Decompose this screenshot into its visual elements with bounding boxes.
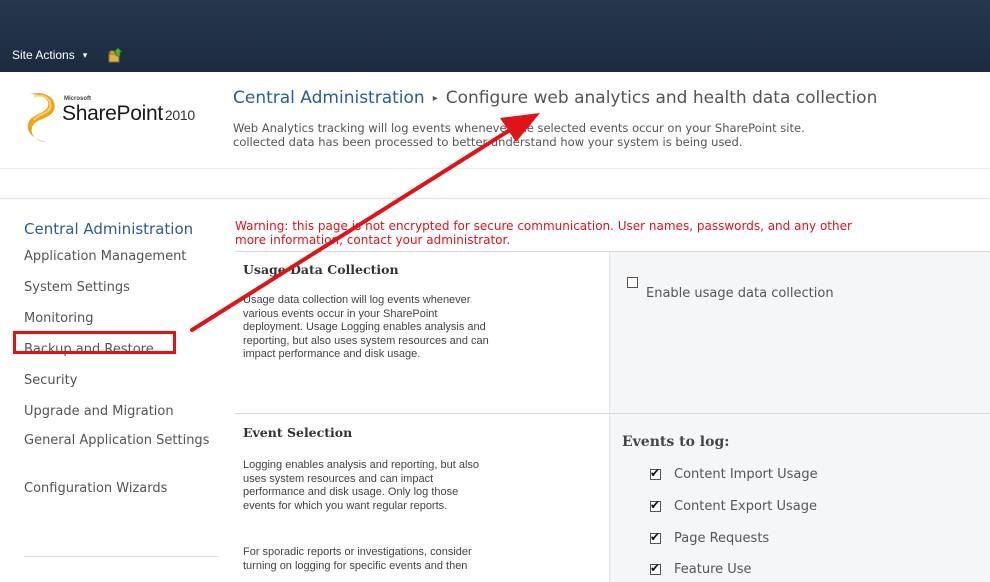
feature-use-checkbox[interactable] [650, 561, 661, 575]
quick-launch-nav: Central Administration Application Manag… [24, 219, 224, 510]
sharepoint-wordmark: SharePoint 2010 [62, 102, 195, 126]
usage-section-description: Usage data collection will log events wh… [243, 294, 568, 362]
description-line: uses system resources and can impact [243, 472, 434, 485]
divider [0, 198, 990, 199]
nav-item-upgrade-and-migration[interactable]: Upgrade and Migration [24, 402, 224, 433]
page-requests-checkbox[interactable] [650, 530, 661, 544]
event-section-description-2: For sporadic reports or investigations, … [243, 546, 568, 573]
event-section-description: Logging enables analysis and reporting, … [243, 459, 568, 513]
enable-usage-data-collection-checkbox[interactable] [627, 277, 638, 288]
event-option-feature-use[interactable]: Feature Use [650, 561, 752, 577]
warning-line: more information, contact your administr… [235, 233, 511, 247]
event-label[interactable]: Content Import Usage [674, 467, 818, 482]
page-title: Configure web analytics and health data … [445, 88, 878, 108]
breadcrumb-separator-icon: ▸ [432, 93, 438, 104]
divider [0, 168, 990, 169]
nav-item-system-settings[interactable]: System Settings [24, 278, 224, 309]
nav-item-configuration-wizards[interactable]: Configuration Wizards [24, 479, 224, 510]
warning-line: Warning: this page is not encrypted for … [235, 219, 852, 233]
description-line: impact performance and disk usage. [243, 348, 421, 360]
events-to-log-heading: Events to log: [622, 434, 730, 450]
event-label[interactable]: Page Requests [674, 531, 769, 546]
description-line: For sporadic reports or investigations, … [243, 546, 472, 558]
site-actions-menu[interactable]: Site Actions ▾ [12, 47, 123, 63]
breadcrumb: Central Administration ▸ Configure web ana… [233, 88, 990, 108]
nav-item-application-management[interactable]: Application Management [24, 247, 224, 278]
description-line: performance and disk usage. Only log tho… [243, 486, 459, 498]
event-option-content-import-usage[interactable]: Content Import Usage [650, 466, 818, 482]
event-label[interactable]: Feature Use [674, 562, 752, 577]
site-actions-label[interactable]: Site Actions [12, 48, 75, 62]
event-option-content-export-usage[interactable]: Content Export Usage [650, 498, 817, 514]
breadcrumb-root-link[interactable]: Central Administration [233, 88, 425, 108]
divider [235, 413, 990, 414]
enable-usage-data-collection-option[interactable]: Enable usage data collection [627, 277, 834, 301]
event-option-page-requests[interactable]: Page Requests [650, 530, 769, 546]
product-version: 2010 [164, 107, 195, 123]
enable-usage-data-collection-label[interactable]: Enable usage data collection [646, 286, 834, 301]
event-label[interactable]: Content Export Usage [674, 499, 817, 514]
description-line: Logging enables analysis and reporting, … [243, 459, 480, 471]
sharepoint-logo[interactable]: Microsoft SharePoint 2010 [24, 88, 224, 148]
sharepoint-logo-icon [27, 92, 55, 142]
product-name: SharePoint [62, 102, 163, 125]
page-description-line: Web Analytics tracking will log events w… [233, 121, 805, 135]
divider [24, 556, 218, 557]
description-line: deployment. Usage Logging enables analys… [243, 321, 486, 333]
chevron-down-icon[interactable]: ▾ [83, 50, 88, 61]
quick-launch-heading[interactable]: Central Administration [24, 219, 224, 239]
content-export-usage-checkbox[interactable] [650, 498, 661, 512]
description-line: events for which you want regular report… [243, 499, 448, 512]
description-line: turning on logging for specific events a… [243, 559, 468, 572]
event-section-title: Event Selection [243, 425, 353, 440]
content-import-usage-checkbox[interactable] [650, 466, 661, 480]
description-line: various events occur in your SharePoint [243, 307, 438, 320]
page-description-line: collected data has been processed to bet… [233, 135, 743, 149]
nav-item-security[interactable]: Security [24, 371, 224, 402]
nav-item-general-application-settings[interactable]: General Application Settings [24, 433, 224, 479]
page-description: Web Analytics tracking will log events w… [233, 121, 990, 149]
usage-section-title: Usage Data Collection [243, 262, 399, 277]
security-warning: Warning: this page is not encrypted for … [235, 219, 990, 247]
description-line: Usage data collection will log events wh… [243, 294, 471, 306]
annotation-highlight-box [13, 331, 176, 354]
navigate-up-icon[interactable] [107, 47, 123, 63]
description-line: reporting, but also uses system resource… [243, 334, 489, 347]
top-bar: Site Actions ▾ [0, 0, 990, 72]
